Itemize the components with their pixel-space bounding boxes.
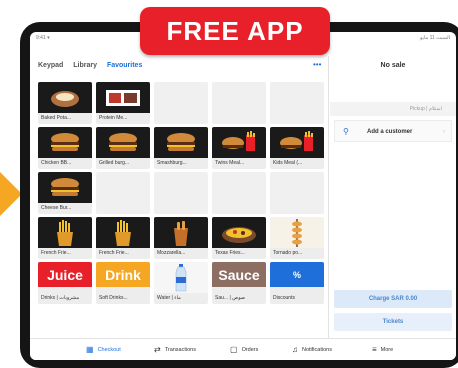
burger-icon bbox=[96, 127, 150, 158]
product-label: Sau... | صوص bbox=[215, 295, 246, 301]
person-search-icon: ⚲ bbox=[343, 127, 349, 136]
pos-screen: 9:41 ▾ السبت 11 مايو Keypad Library Favo… bbox=[30, 32, 456, 360]
free-app-badge: FREE APP bbox=[140, 7, 330, 55]
transactions-icon: ⇄ bbox=[154, 345, 161, 354]
add-customer-button[interactable]: ⚲ Add a customer › bbox=[334, 120, 452, 142]
charge-button[interactable]: Charge SAR 0.00 bbox=[334, 290, 452, 308]
nav-transactions[interactable]: ⇄ Transactions bbox=[154, 345, 196, 354]
chevron-right-icon: › bbox=[443, 129, 445, 135]
empty-tile bbox=[270, 172, 324, 214]
empty-tile bbox=[212, 82, 266, 124]
water-bottle-icon bbox=[154, 262, 208, 293]
product-label: Texas Fries... bbox=[215, 250, 245, 256]
favourites-grid: Baked Pota... Protein Me... Chicken BB... G… bbox=[38, 82, 324, 340]
fries-icon bbox=[38, 217, 92, 248]
product-label: Twins Meal... bbox=[215, 160, 245, 166]
tickets-button[interactable]: Tickets bbox=[334, 313, 452, 331]
bottom-nav: ▦ Checkout ⇄ Transactions ▢ Orders ♫ Not… bbox=[30, 338, 456, 360]
discount-icon: % bbox=[270, 262, 324, 287]
empty-tile bbox=[212, 172, 266, 214]
nav-notifications[interactable]: ♫ Notifications bbox=[292, 345, 332, 354]
product-tile[interactable]: Juice Drinks | مشروبات bbox=[38, 262, 92, 304]
status-left: 9:41 ▾ bbox=[36, 35, 50, 41]
empty-tile bbox=[154, 82, 208, 124]
arrow-decoration bbox=[0, 172, 22, 216]
product-label: Discounts bbox=[273, 295, 295, 301]
product-tile[interactable]: French Frie... bbox=[38, 217, 92, 259]
product-tile[interactable]: Cheese Bur... bbox=[38, 172, 92, 214]
product-label: Tornado po... bbox=[273, 250, 303, 256]
product-tile[interactable]: % Discounts bbox=[270, 262, 324, 304]
product-label: Kids Meal (... bbox=[273, 160, 303, 166]
product-label: Baked Pota... bbox=[41, 115, 72, 121]
product-label: Grilled burg... bbox=[99, 160, 130, 166]
product-label: Protein Me... bbox=[99, 115, 128, 121]
tab-keypad[interactable]: Keypad bbox=[38, 62, 63, 69]
product-tile[interactable]: Mozzarella... bbox=[154, 217, 208, 259]
product-label: Smashburg... bbox=[157, 160, 187, 166]
grid-icon: ▦ bbox=[86, 345, 94, 354]
add-customer-label: Add a customer bbox=[367, 129, 413, 135]
product-tile[interactable]: Drink Soft Drinks... bbox=[96, 262, 150, 304]
sale-title: No sale bbox=[380, 62, 406, 69]
category-swatch: Juice bbox=[38, 262, 92, 287]
orders-icon: ▢ bbox=[230, 345, 238, 354]
panel-divider bbox=[328, 56, 329, 340]
burger-icon bbox=[38, 127, 92, 158]
tab-favourites[interactable]: Favourites bbox=[107, 62, 142, 69]
nav-label: Notifications bbox=[302, 346, 332, 353]
tornado-potato-icon bbox=[270, 217, 324, 248]
burger-icon bbox=[38, 172, 92, 203]
bell-icon: ♫ bbox=[292, 345, 298, 354]
product-tile[interactable]: Baked Pota... bbox=[38, 82, 92, 124]
meal-box-icon bbox=[96, 82, 150, 113]
fries-icon bbox=[96, 217, 150, 248]
nav-orders[interactable]: ▢ Orders bbox=[230, 345, 258, 354]
more-icon[interactable]: ••• bbox=[313, 60, 321, 69]
meal-icon bbox=[270, 127, 324, 158]
burger-icon bbox=[154, 127, 208, 158]
product-label: Drinks | مشروبات bbox=[41, 295, 80, 301]
product-tile[interactable]: Smashburg... bbox=[154, 127, 208, 169]
empty-tile bbox=[270, 82, 324, 124]
product-label: Chicken BB... bbox=[41, 160, 72, 166]
product-tile[interactable]: Kids Meal (... bbox=[270, 127, 324, 169]
nav-label: Transactions bbox=[164, 346, 196, 353]
loaded-fries-icon bbox=[212, 217, 266, 248]
category-swatch: Drink bbox=[96, 262, 150, 287]
product-label: French Frie... bbox=[99, 250, 129, 256]
product-tile[interactable]: Grilled burg... bbox=[96, 127, 150, 169]
product-label: French Frie... bbox=[41, 250, 71, 256]
order-type[interactable]: Pickup | استلام bbox=[330, 102, 456, 116]
meal-icon bbox=[212, 127, 266, 158]
product-tile[interactable]: Chicken BB... bbox=[38, 127, 92, 169]
product-label: Mozzarella... bbox=[157, 250, 186, 256]
empty-tile bbox=[154, 172, 208, 214]
library-tabs: Keypad Library Favourites bbox=[38, 62, 150, 69]
nav-label: Checkout bbox=[97, 346, 121, 353]
tablet-frame: 9:41 ▾ السبت 11 مايو Keypad Library Favo… bbox=[20, 22, 458, 368]
nav-more[interactable]: ≡ More bbox=[372, 345, 393, 354]
menu-icon: ≡ bbox=[372, 345, 377, 354]
product-tile[interactable]: French Frie... bbox=[96, 217, 150, 259]
category-swatch: Sauce bbox=[212, 262, 266, 287]
sticks-icon bbox=[154, 217, 208, 248]
potato-icon bbox=[38, 82, 92, 113]
product-tile[interactable]: Sauce Sau... | صوص bbox=[212, 262, 266, 304]
product-tile[interactable]: Tornado po... bbox=[270, 217, 324, 259]
empty-tile bbox=[96, 172, 150, 214]
product-label: Cheese Bur... bbox=[41, 205, 72, 211]
tab-library[interactable]: Library bbox=[73, 62, 97, 69]
product-label: Water | ماء bbox=[157, 295, 181, 301]
product-label: Soft Drinks... bbox=[99, 295, 128, 301]
product-tile[interactable]: Twins Meal... bbox=[212, 127, 266, 169]
nav-label: More bbox=[380, 346, 394, 353]
product-tile[interactable]: Texas Fries... bbox=[212, 217, 266, 259]
product-tile[interactable]: Protein Me... bbox=[96, 82, 150, 124]
product-tile[interactable]: Water | ماء bbox=[154, 262, 208, 304]
nav-label: Orders bbox=[241, 346, 259, 353]
status-right: السبت 11 مايو bbox=[420, 35, 450, 41]
nav-checkout[interactable]: ▦ Checkout bbox=[86, 345, 121, 354]
